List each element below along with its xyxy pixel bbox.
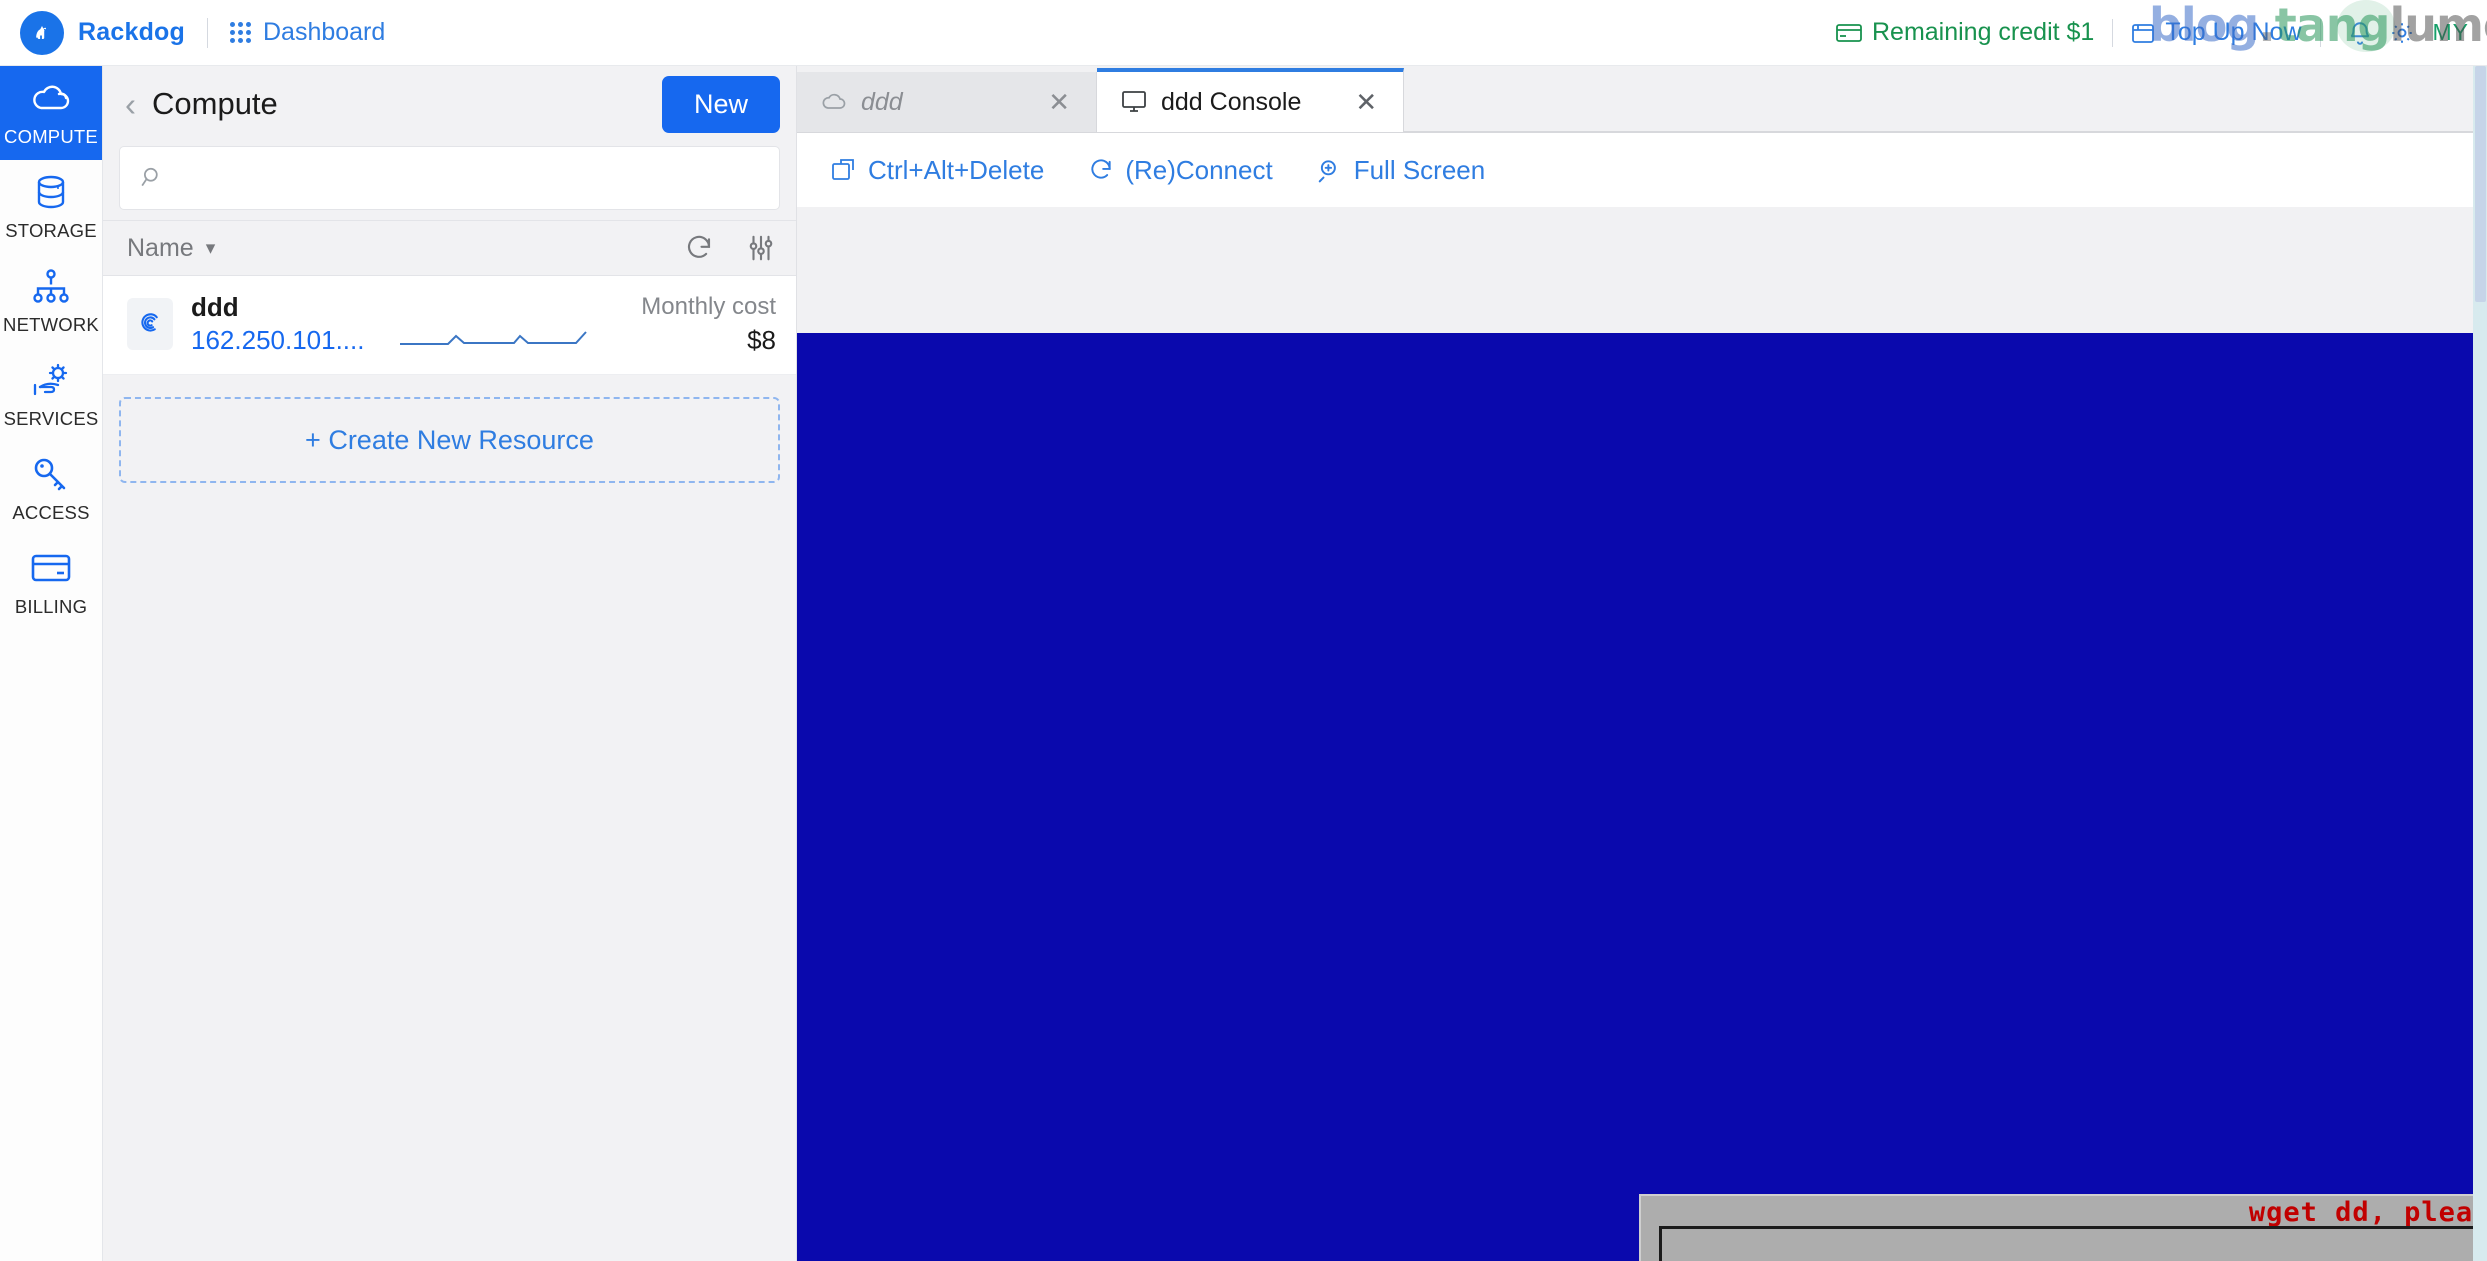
sidebar-item-label: STORAGE bbox=[5, 220, 97, 241]
resource-ip[interactable]: 162.250.101.... bbox=[191, 325, 364, 356]
brand[interactable]: Rackdog bbox=[20, 10, 185, 55]
app-body: COMPUTE STORAGE NETWORK SERVICES ACCESS … bbox=[0, 66, 2487, 1261]
reconnect-label: (Re)Connect bbox=[1125, 154, 1273, 185]
tab-ddd[interactable]: ddd ✕ bbox=[797, 72, 1097, 132]
tab-label: ddd Console bbox=[1161, 87, 1302, 116]
scrollbar-thumb[interactable] bbox=[2475, 66, 2486, 302]
vnc-screen[interactable]: wget dd, please wait: 20% wget dd, pleas… bbox=[797, 333, 2487, 1261]
keyboard-send-icon bbox=[832, 159, 854, 180]
list-item[interactable]: ddd 162.250.101.... Monthly cost $8 bbox=[103, 276, 796, 375]
refresh-icon bbox=[1091, 159, 1111, 179]
progress-dialog: wget dd, please wait: 20% wget dd, pleas… bbox=[1639, 1194, 2487, 1261]
list-toolbar: Name ▾ bbox=[103, 220, 796, 276]
usage-sparkline bbox=[400, 322, 590, 353]
page-title: Compute bbox=[152, 86, 278, 121]
search-icon bbox=[141, 167, 158, 187]
credit-card-icon bbox=[1836, 23, 1862, 42]
sort-label-text: Name bbox=[127, 233, 194, 262]
nav-dashboard-label: Dashboard bbox=[262, 18, 386, 46]
database-icon bbox=[29, 172, 73, 212]
dialog-inner-frame: 20% wget dd, please wait: 8615723008 byt… bbox=[1659, 1226, 2487, 1261]
key-icon bbox=[29, 454, 73, 494]
ctrl-alt-delete-button[interactable]: Ctrl+Alt+Delete bbox=[831, 155, 1044, 186]
search-input[interactable] bbox=[180, 164, 759, 192]
sidebar-item-label: SERVICES bbox=[3, 408, 99, 429]
cloud-icon bbox=[29, 78, 73, 118]
resource-cost: Monthly cost $8 bbox=[641, 293, 776, 356]
sidebar-item-billing[interactable]: BILLING bbox=[0, 536, 102, 630]
monthly-cost-value: $8 bbox=[747, 324, 776, 355]
top-up-now-button[interactable]: Top Up Now bbox=[2131, 18, 2302, 47]
refresh-icon[interactable] bbox=[684, 233, 714, 263]
left-sidebar: COMPUTE STORAGE NETWORK SERVICES ACCESS … bbox=[0, 66, 103, 1261]
sidebar-item-access[interactable]: ACCESS bbox=[0, 442, 102, 536]
console-toolbar: Ctrl+Alt+Delete (Re)Connect Full Screen bbox=[797, 133, 2487, 207]
new-button[interactable]: New bbox=[661, 75, 780, 133]
wallet-icon bbox=[2132, 23, 2155, 43]
dialog-title: wget dd, please wait: bbox=[2248, 1196, 2487, 1228]
tab-strip: ddd ✕ ddd Console ✕ bbox=[797, 66, 2487, 133]
account-region-label[interactable]: MY bbox=[2433, 19, 2470, 46]
brand-name: Rackdog bbox=[78, 18, 185, 46]
sidebar-item-label: BILLING bbox=[14, 596, 88, 617]
full-screen-button[interactable]: Full Screen bbox=[1317, 154, 1486, 186]
header-divider-2 bbox=[2112, 18, 2114, 47]
top-up-now-label: Top Up Now bbox=[2165, 18, 2302, 46]
create-wrapper: + Create New Resource bbox=[103, 375, 796, 505]
credit-card-icon bbox=[29, 548, 73, 588]
header-divider-3 bbox=[2319, 18, 2321, 47]
resource-panel: ‹ Compute New Name ▾ ddd 162.250.101....… bbox=[103, 66, 797, 1261]
search-box[interactable] bbox=[119, 146, 780, 210]
console-spacer bbox=[797, 207, 2487, 333]
tab-label: ddd bbox=[861, 87, 903, 116]
tab-ddd-console[interactable]: ddd Console ✕ bbox=[1097, 68, 1405, 132]
sidebar-item-storage[interactable]: STORAGE bbox=[0, 160, 102, 254]
gear-icon[interactable] bbox=[2381, 12, 2423, 54]
sidebar-item-label: COMPUTE bbox=[4, 126, 98, 147]
sidebar-item-label: ACCESS bbox=[12, 502, 90, 523]
zoom-in-icon bbox=[1318, 160, 1336, 183]
top-header: Rackdog Dashboard Remaining credit $1 To… bbox=[0, 0, 2487, 66]
grid-apps-icon bbox=[229, 22, 251, 43]
chevron-down-icon: ▾ bbox=[205, 237, 216, 259]
sidebar-item-label: NETWORK bbox=[3, 314, 99, 335]
header-divider bbox=[206, 17, 208, 48]
remaining-credit-label: Remaining credit $1 bbox=[1871, 18, 2095, 46]
panel-header: ‹ Compute New bbox=[103, 66, 796, 142]
list-tools bbox=[684, 233, 776, 263]
cloud-icon bbox=[822, 93, 846, 109]
create-new-resource-button[interactable]: + Create New Resource bbox=[119, 397, 780, 483]
search-wrapper bbox=[103, 142, 796, 220]
sliders-filter-icon[interactable] bbox=[746, 233, 776, 263]
panel-empty-space bbox=[103, 505, 796, 1261]
nav-dashboard[interactable]: Dashboard bbox=[229, 18, 386, 47]
rackdog-logo-icon bbox=[20, 10, 64, 55]
monthly-cost-label: Monthly cost bbox=[641, 292, 776, 320]
ctrl-alt-delete-label: Ctrl+Alt+Delete bbox=[868, 154, 1045, 185]
hand-gear-icon bbox=[29, 360, 73, 400]
tab-strip-filler bbox=[1404, 72, 2487, 132]
header-actions: Remaining credit $1 Top Up Now MY bbox=[1836, 0, 2487, 65]
resource-info: ddd 162.250.101.... bbox=[191, 292, 364, 356]
resource-list: ddd 162.250.101.... Monthly cost $8 bbox=[103, 276, 796, 375]
app-root: Rackdog Dashboard Remaining credit $1 To… bbox=[0, 0, 2487, 1261]
sort-by-name[interactable]: Name ▾ bbox=[127, 234, 215, 263]
sidebar-item-compute[interactable]: COMPUTE bbox=[0, 66, 102, 160]
chevron-left-icon[interactable]: ‹ bbox=[125, 88, 136, 121]
network-tree-icon bbox=[29, 266, 73, 306]
monitor-icon bbox=[1122, 91, 1146, 112]
close-icon[interactable]: ✕ bbox=[1008, 87, 1070, 118]
close-icon[interactable]: ✕ bbox=[1315, 87, 1377, 118]
sidebar-item-network[interactable]: NETWORK bbox=[0, 254, 102, 348]
reconnect-button[interactable]: (Re)Connect bbox=[1088, 154, 1273, 186]
bell-icon[interactable] bbox=[2339, 12, 2381, 54]
console-area: ddd ✕ ddd Console ✕ Ctrl+Alt+Delete (Re)… bbox=[797, 66, 2487, 1261]
resource-name: ddd bbox=[191, 292, 239, 322]
remaining-credit[interactable]: Remaining credit $1 bbox=[1836, 18, 2094, 47]
vertical-scrollbar[interactable] bbox=[2473, 66, 2487, 1261]
sidebar-item-services[interactable]: SERVICES bbox=[0, 348, 102, 442]
debian-swirl-icon bbox=[127, 298, 173, 350]
full-screen-label: Full Screen bbox=[1353, 154, 1486, 185]
